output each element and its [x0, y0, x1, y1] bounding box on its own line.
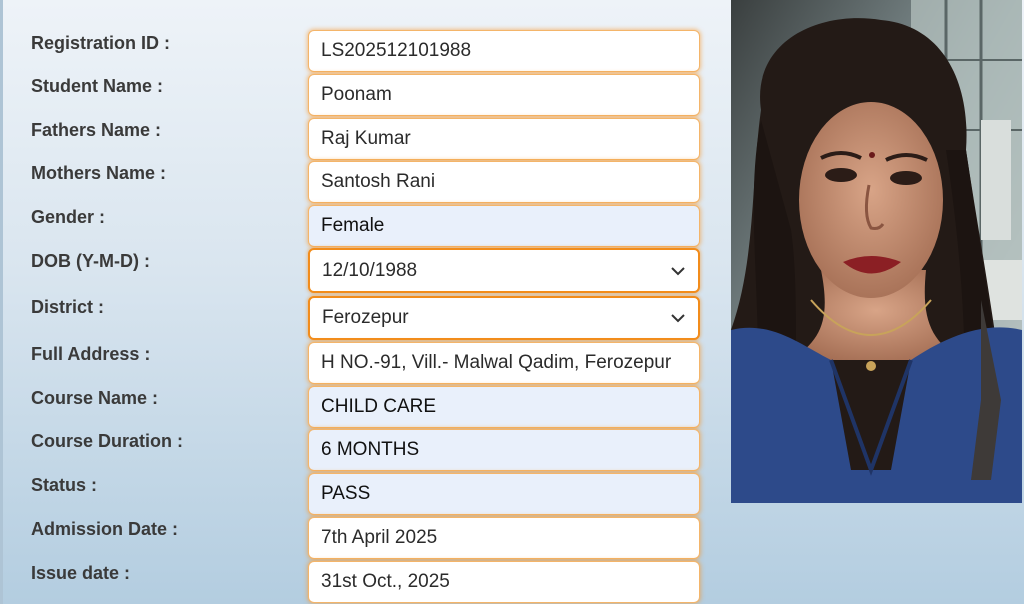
course-duration-value: 6 MONTHS [321, 439, 420, 460]
district-value: Ferozepur [322, 307, 409, 328]
registration-id-field[interactable]: LS202512101988 [308, 30, 700, 72]
mothers-name-value: Santosh Rani [321, 171, 436, 192]
status-field[interactable]: PASS [308, 473, 700, 515]
label-status: Status : [31, 475, 98, 495]
label-district: District : [31, 297, 105, 317]
gender-field[interactable]: Female [308, 205, 700, 247]
full-address-field[interactable]: H NO.-91, Vill.- Malwal Qadim, Ferozepur [308, 342, 700, 384]
label-issue-date: Issue date : [31, 563, 131, 583]
chevron-down-icon [671, 314, 685, 323]
issue-date-value: 31st Oct., 2025 [321, 571, 450, 592]
label-student-name: Student Name : [31, 76, 164, 96]
dob-value: 12/10/1988 [322, 259, 418, 281]
registration-id-value: LS202512101988 [321, 40, 472, 61]
chevron-down-icon [671, 266, 685, 275]
admission-date-value: 7th April 2025 [321, 527, 438, 548]
issue-date-field[interactable]: 31st Oct., 2025 [308, 561, 700, 603]
fathers-name-field[interactable]: Raj Kumar [308, 118, 700, 160]
gender-value: Female [321, 215, 385, 236]
course-duration-field[interactable]: 6 MONTHS [308, 429, 700, 471]
label-gender: Gender : [31, 207, 106, 227]
full-address-value: H NO.-91, Vill.- Malwal Qadim, Ferozepur [321, 352, 672, 373]
status-value: PASS [321, 483, 371, 504]
student-name-value: Poonam [321, 84, 392, 105]
label-fathers-name: Fathers Name : [31, 120, 162, 140]
label-full-address: Full Address : [31, 344, 151, 364]
student-name-field[interactable]: Poonam [308, 74, 700, 116]
label-dob: DOB (Y-M-D) : [31, 251, 150, 271]
label-mothers-name: Mothers Name : [31, 163, 167, 183]
course-name-field[interactable]: CHILD CARE [308, 386, 700, 428]
admission-date-field[interactable]: 7th April 2025 [308, 517, 700, 559]
label-admission-date: Admission Date : [31, 519, 179, 539]
district-select[interactable]: Ferozepur [308, 296, 700, 340]
mothers-name-field[interactable]: Santosh Rani [308, 161, 700, 203]
course-name-value: CHILD CARE [321, 396, 437, 417]
fathers-name-value: Raj Kumar [321, 128, 411, 149]
page-edge [0, 0, 3, 604]
label-registration-id: Registration ID : [31, 33, 171, 53]
student-photo [731, 0, 1022, 503]
label-course-duration: Course Duration : [31, 431, 184, 451]
label-course-name: Course Name : [31, 388, 159, 408]
dob-select[interactable]: 12/10/1988 [308, 248, 700, 293]
